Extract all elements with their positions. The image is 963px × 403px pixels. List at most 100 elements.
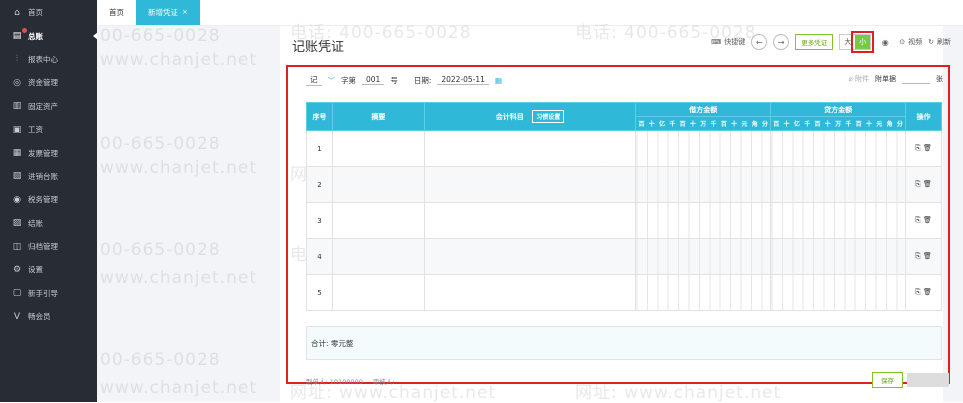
page-title: 记账凭证: [292, 40, 345, 55]
digit-unit: 百: [638, 121, 645, 128]
notification-dot: [22, 28, 27, 34]
prev-voucher-button[interactable]: ←: [751, 34, 768, 50]
summary-cell[interactable]: [331, 202, 425, 239]
sidebar-item-label: 进销台账: [28, 171, 58, 181]
sidebar-item-label: 工资: [28, 125, 43, 135]
tab-bar: 首页 新增凭证 ×: [97, 0, 963, 26]
font-size-toggle: 大 小: [839, 31, 875, 53]
row-seq: 5: [306, 274, 333, 311]
copy-row-icon[interactable]: ⎘: [915, 144, 923, 152]
attachment-count-input[interactable]: [902, 74, 930, 84]
digit-unit: 十: [689, 121, 696, 128]
tab-new-voucher[interactable]: 新增凭证 ×: [136, 0, 200, 25]
sidebar-item-3[interactable]: ◎ 资金管理: [0, 71, 97, 94]
sidebar-item-0[interactable]: ⌂ 首页: [0, 1, 97, 24]
sidebar-item-4[interactable]: ▥ 固定资产: [0, 95, 97, 118]
col-debit: 借方金额: [635, 102, 772, 117]
refresh-button[interactable]: ↻ 刷新: [928, 37, 951, 47]
paperclip-icon: ⌀: [848, 75, 853, 83]
table-row: 2 ⎘ 🗑: [306, 166, 942, 203]
sidebar-item-label: 总账: [28, 31, 43, 41]
summary-cell[interactable]: [331, 130, 425, 167]
video-button[interactable]: ⊙ 视频: [899, 37, 922, 47]
tab-home[interactable]: 首页: [97, 0, 136, 25]
voucher-type-select[interactable]: 记: [306, 74, 322, 86]
sidebar-item-1[interactable]: ▤ 总账: [0, 24, 98, 47]
row-ops: ⎘ 🗑: [905, 274, 942, 311]
eye-icon[interactable]: ◉: [877, 34, 893, 50]
debit-cell[interactable]: [635, 166, 772, 203]
save-area: 保存: [872, 372, 949, 388]
sidebar-item-label: 结账: [28, 218, 43, 228]
copy-row-icon[interactable]: ⎘: [915, 180, 923, 188]
row-seq: 4: [306, 238, 333, 275]
debit-cell[interactable]: [635, 274, 772, 311]
summary-cell[interactable]: [331, 274, 425, 311]
next-voucher-button[interactable]: →: [773, 34, 790, 50]
debit-cell[interactable]: [635, 238, 772, 275]
attachment-button[interactable]: ⌀ 附件: [849, 74, 869, 84]
delete-row-icon[interactable]: 🗑: [923, 252, 932, 260]
summary-cell[interactable]: [331, 166, 425, 203]
credit-cell[interactable]: [770, 130, 907, 167]
sidebar-item-6[interactable]: ▦ 发票管理: [0, 141, 97, 164]
col-account-label: 会计科目: [495, 113, 524, 121]
account-cell[interactable]: [423, 274, 637, 311]
sidebar-item-10[interactable]: ◫ 归档管理: [0, 235, 97, 258]
digit-unit: 十: [865, 121, 872, 128]
size-large-button[interactable]: 大: [840, 35, 855, 49]
digit-unit: 分: [896, 121, 903, 128]
sidebar-item-label: 设置: [28, 265, 43, 275]
copy-row-icon[interactable]: ⎘: [915, 252, 923, 260]
sidebar-item-13[interactable]: V 畅会员: [0, 305, 97, 328]
total-row: 合计: 零元整: [306, 326, 942, 360]
shortcut-button[interactable]: ⌨ 快捷键: [711, 37, 745, 47]
sidebar-item-7[interactable]: ▧ 进销台账: [0, 165, 97, 188]
refresh-label: 刷新: [937, 38, 951, 46]
sidebar-item-12[interactable]: ▢ 新手引导: [0, 282, 97, 305]
row-seq: 2: [306, 166, 333, 203]
delete-row-icon[interactable]: 🗑: [923, 216, 932, 224]
more-vouchers-button[interactable]: 更多凭证: [795, 34, 834, 50]
attachment-label: 附件: [855, 75, 869, 83]
sidebar-item-2[interactable]: ⫶ 报表中心: [0, 48, 97, 71]
sidebar-item-label: 首页: [28, 8, 43, 18]
date-input[interactable]: 2022-05-11: [437, 75, 489, 85]
summary-cell[interactable]: [331, 238, 425, 275]
calendar-icon[interactable]: ▦: [495, 76, 502, 85]
copy-row-icon[interactable]: ⎘: [915, 288, 923, 296]
close-icon[interactable]: ×: [182, 8, 188, 16]
col-summary: 摘要: [331, 102, 425, 131]
delete-row-icon[interactable]: 🗑: [923, 288, 932, 296]
refresh-icon: ↻: [928, 38, 934, 46]
sidebar-item-9[interactable]: ▨ 结账: [0, 212, 97, 235]
save-and-new-button[interactable]: [907, 373, 949, 387]
sidebar-item-5[interactable]: ▣ 工资: [0, 118, 97, 141]
habit-setting-button[interactable]: 习惯设置: [532, 110, 565, 123]
debit-cell[interactable]: [635, 202, 772, 239]
credit-cell[interactable]: [770, 166, 907, 203]
video-label: 视频: [908, 38, 923, 46]
sidebar-item-11[interactable]: ⚙ 设置: [0, 258, 97, 281]
account-cell[interactable]: [423, 202, 637, 239]
delete-row-icon[interactable]: 🗑: [923, 180, 932, 188]
digit-unit: 百: [720, 121, 727, 128]
size-small-button[interactable]: 小: [851, 31, 875, 53]
chevron-down-icon[interactable]: ﹀: [328, 75, 336, 86]
sidebar-item-8[interactable]: ◉ 税务管理: [0, 188, 97, 211]
copy-row-icon[interactable]: ⎘: [915, 216, 923, 224]
account-cell[interactable]: [423, 238, 637, 275]
voucher-toolbar: ⌨ 快捷键 ← → 更多凭证 大 小 ◉ ⊙ 视频 ↻ 刷新: [711, 31, 951, 53]
debit-cell[interactable]: [635, 130, 772, 167]
credit-cell[interactable]: [770, 274, 907, 311]
voucher-number-input[interactable]: 001: [362, 75, 385, 85]
home-icon: ⌂: [14, 7, 20, 18]
account-cell[interactable]: [423, 166, 637, 203]
account-cell[interactable]: [423, 130, 637, 167]
credit-cell[interactable]: [770, 238, 907, 275]
delete-row-icon[interactable]: 🗑: [923, 144, 932, 152]
credit-cell[interactable]: [770, 202, 907, 239]
save-button[interactable]: 保存: [872, 372, 903, 388]
shortcut-label: 快捷键: [724, 38, 746, 46]
row-seq: 3: [306, 202, 333, 239]
